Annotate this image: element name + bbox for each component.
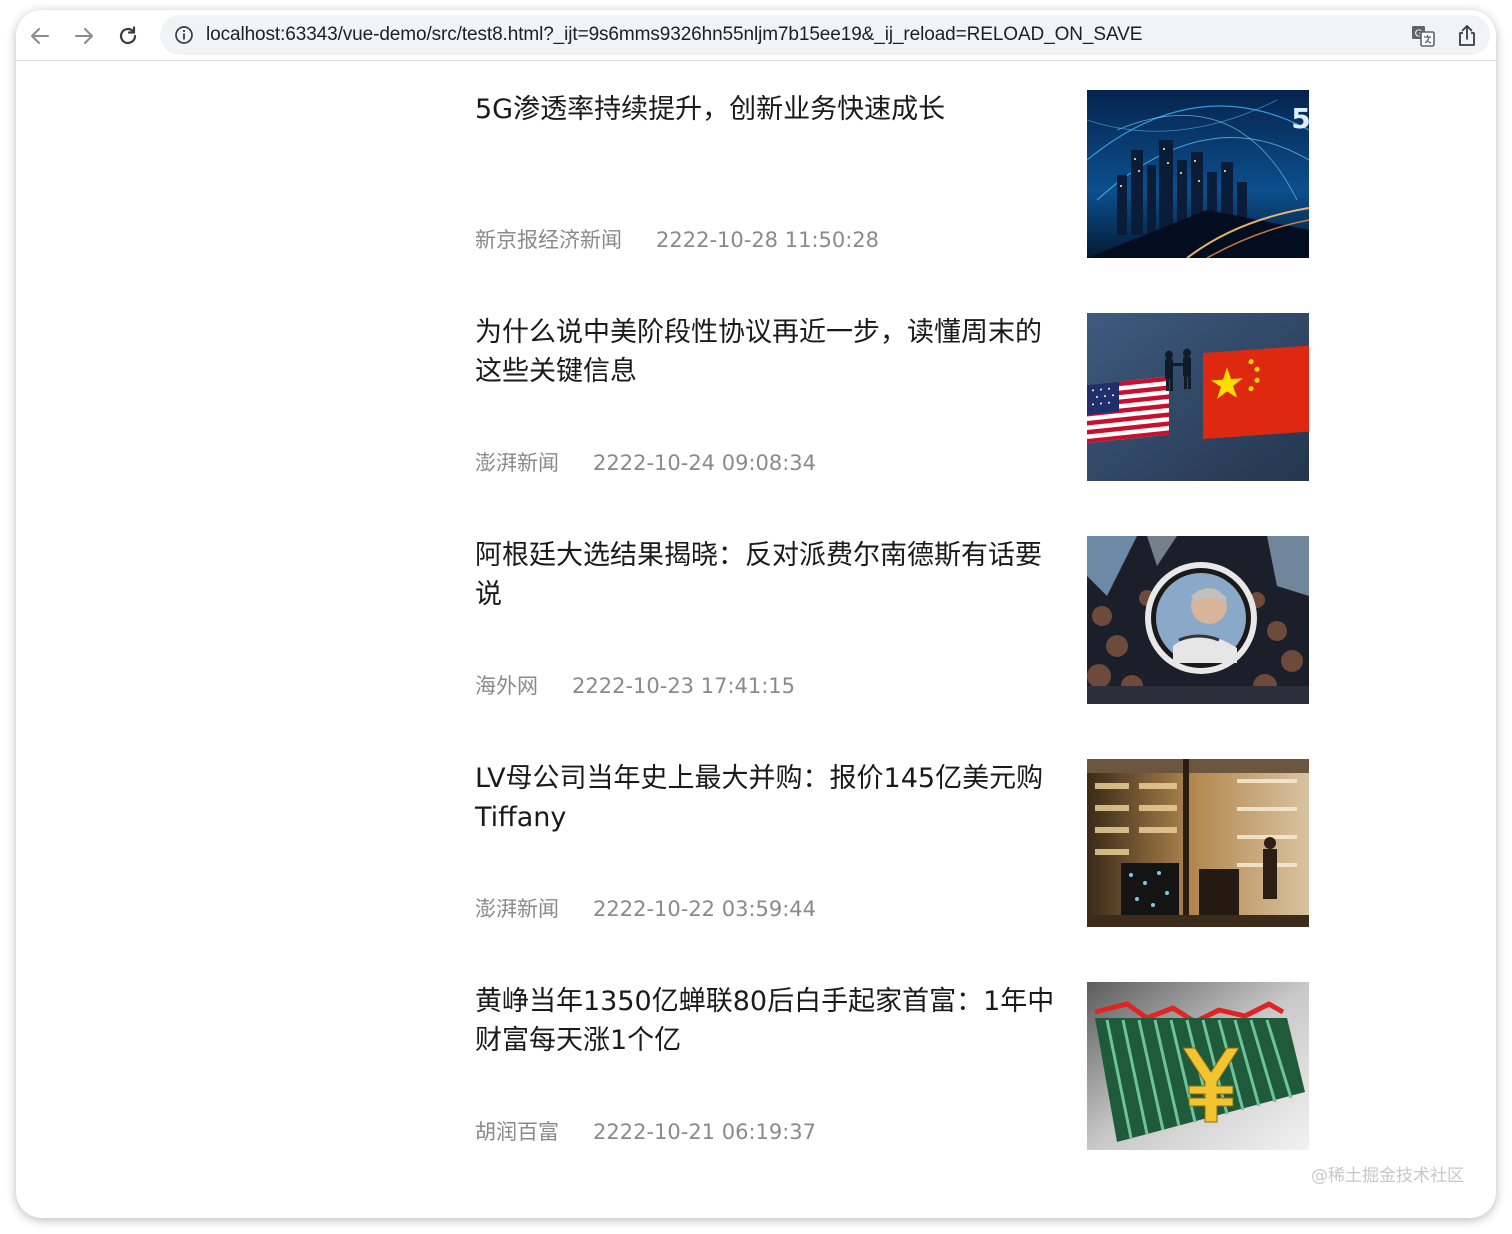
share-icon[interactable] [1454,23,1480,49]
5g-city-image: 5 [1087,90,1309,258]
news-thumbnail-us-china-flags[interactable] [1087,313,1309,481]
news-title[interactable]: 为什么说中美阶段性协议再近一步，读懂周末的这些关键信息 [475,313,1067,391]
news-thumbnail-luxury-store[interactable] [1087,759,1309,927]
news-item[interactable]: 为什么说中美阶段性协议再近一步，读懂周末的这些关键信息 澎湃新闻 2222-10-… [475,313,1311,481]
back-button[interactable] [26,22,54,50]
news-item[interactable]: LV母公司当年史上最大并购：报价145亿美元购Tiffany 澎湃新闻 2222-… [475,759,1311,927]
browser-toolbar: localhost:63343/vue-demo/src/test8.html?… [16,10,1496,61]
browser-window: localhost:63343/vue-demo/src/test8.html?… [16,10,1496,1218]
news-time: 2222-10-28 11:50:28 [656,228,880,252]
reload-button[interactable] [114,22,142,50]
news-item[interactable]: 5G渗透率持续提升，创新业务快速成长 新京报经济新闻 2222-10-28 11:… [475,90,1311,258]
arrow-right-icon [75,28,93,44]
news-meta: 胡润百富 2222-10-21 06:19:37 [475,1116,816,1146]
news-source: 澎湃新闻 [475,451,559,475]
news-source: 澎湃新闻 [475,897,559,921]
rally-crowd-image [1087,536,1309,704]
news-time: 2222-10-24 09:08:34 [593,451,817,475]
svg-text:5: 5 [1291,102,1309,135]
us-china-flags-image [1087,313,1309,481]
news-meta: 海外网 2222-10-23 17:41:15 [475,670,795,700]
news-title[interactable]: 黄峥当年1350亿蝉联80后白手起家首富：1年中财富每天涨1个亿 [475,982,1067,1060]
reload-icon [119,26,137,45]
address-bar[interactable]: localhost:63343/vue-demo/src/test8.html?… [160,15,1490,55]
news-thumbnail-yuan-chart[interactable] [1087,982,1309,1150]
news-item[interactable]: 阿根廷大选结果揭晓：反对派费尔南德斯有话要说 海外网 2222-10-23 17:… [475,536,1311,704]
news-meta: 新京报经济新闻 2222-10-28 11:50:28 [475,224,879,254]
translate-icon[interactable]: G [1410,23,1436,49]
yuan-chart-image [1087,982,1309,1150]
news-thumbnail-5g-city[interactable]: 5 [1087,90,1309,258]
news-time: 2222-10-23 17:41:15 [572,674,796,698]
watermark: @稀土掘金技术社区 [1311,1166,1464,1186]
news-title[interactable]: LV母公司当年史上最大并购：报价145亿美元购Tiffany [475,759,1067,837]
news-thumbnail-rally-crowd[interactable] [1087,536,1309,704]
news-source: 新京报经济新闻 [475,228,622,252]
news-item[interactable]: 黄峥当年1350亿蝉联80后白手起家首富：1年中财富每天涨1个亿 胡润百富 222… [475,982,1311,1150]
news-time: 2222-10-21 06:19:37 [593,1120,817,1144]
news-source: 海外网 [475,674,538,698]
news-title[interactable]: 阿根廷大选结果揭晓：反对派费尔南德斯有话要说 [475,536,1067,614]
forward-button[interactable] [70,22,98,50]
arrow-left-icon [31,28,49,44]
luxury-store-image [1087,759,1309,927]
news-title[interactable]: 5G渗透率持续提升，创新业务快速成长 [475,90,1067,129]
news-meta: 澎湃新闻 2222-10-24 09:08:34 [475,447,816,477]
news-time: 2222-10-22 03:59:44 [593,897,817,921]
url-text[interactable]: localhost:63343/vue-demo/src/test8.html?… [206,24,1142,46]
news-meta: 澎湃新闻 2222-10-22 03:59:44 [475,893,816,923]
news-source: 胡润百富 [475,1120,559,1144]
info-icon[interactable] [174,25,194,45]
page-content: 5G渗透率持续提升，创新业务快速成长 新京报经济新闻 2222-10-28 11:… [16,61,1496,1218]
